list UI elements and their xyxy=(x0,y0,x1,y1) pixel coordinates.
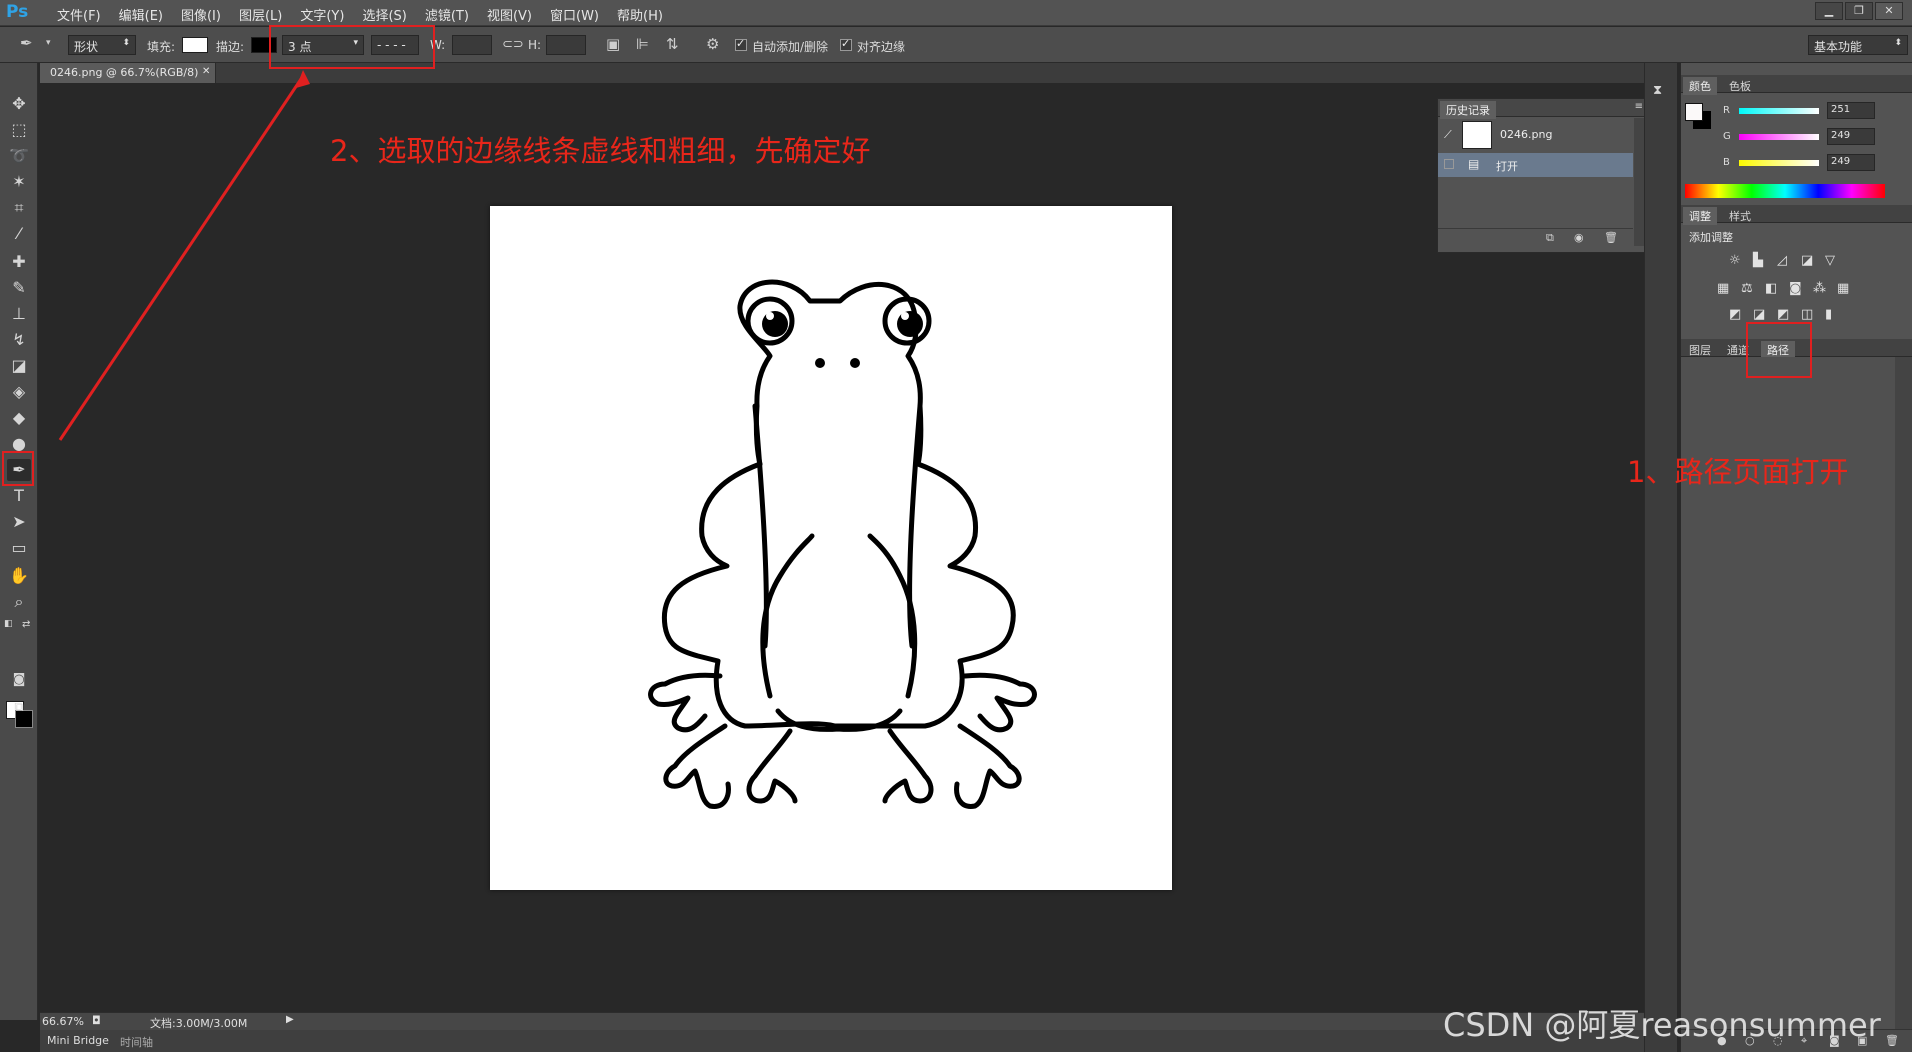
watermark: CSDN @阿夏reasonsummer xyxy=(1443,1006,1881,1044)
annotation-step1: 1、路径页面打开 xyxy=(1627,455,1849,489)
annotation-step2: 2、选取的边缘线条虚线和粗细，先确定好 xyxy=(330,134,871,168)
annotation-box-paths-tab xyxy=(1746,322,1812,378)
fg-color-preview[interactable] xyxy=(1685,103,1703,121)
annotation-arrow xyxy=(58,70,310,441)
